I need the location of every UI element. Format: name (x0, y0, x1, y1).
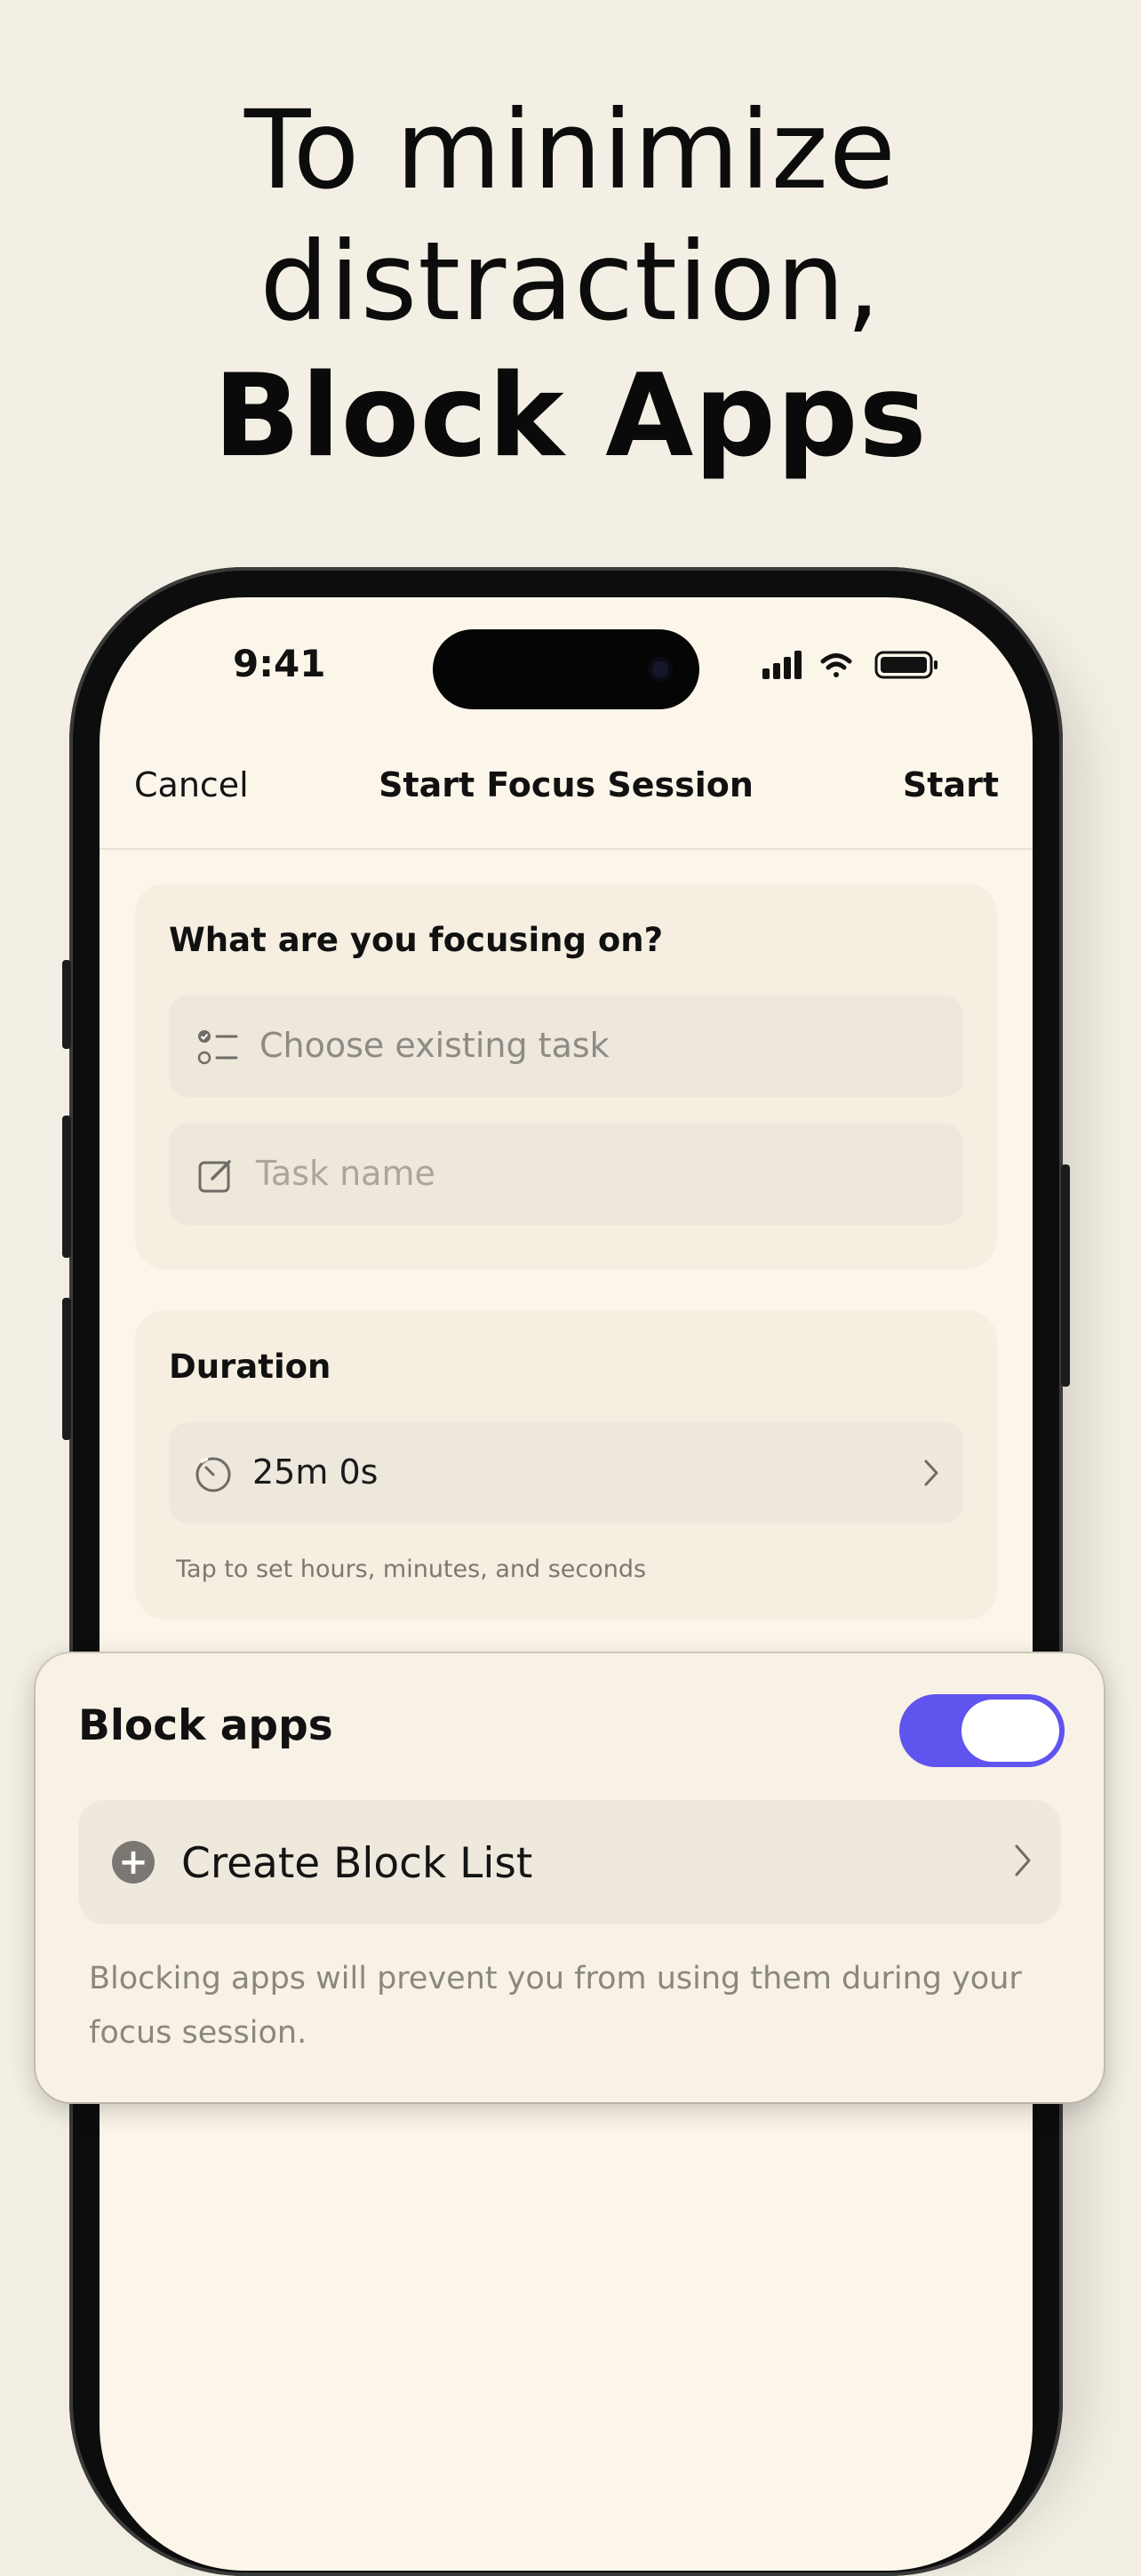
phone-screen: 9:41 Start Focus Session Cancel Start Wh… (100, 597, 1033, 2571)
choose-task-placeholder: Choose existing task (259, 1026, 610, 1065)
headline: To minimize distraction, Block Apps (0, 84, 1141, 486)
status-icons (762, 647, 949, 683)
chevron-right-icon (1013, 1843, 1033, 1882)
signal-icon (762, 651, 802, 679)
duration-picker[interactable]: 25m 0s (169, 1422, 963, 1524)
headline-line-3: Block Apps (213, 350, 928, 483)
duration-card: Duration 25m 0s Tap to set hours, minute… (135, 1310, 997, 1620)
timer-icon (194, 1454, 233, 1497)
duration-hint: Tap to set hours, minutes, and seconds (176, 1556, 647, 1583)
headline-line-2: distraction, (259, 219, 882, 345)
volume-up-button (62, 1116, 71, 1258)
focus-card: What are you focusing on? Choose existin… (135, 884, 997, 1269)
checklist-icon (197, 1029, 238, 1068)
start-button[interactable]: Start (903, 765, 999, 804)
headline-line-1: To minimize (243, 87, 897, 213)
nav-divider (100, 848, 1033, 850)
chevron-right-icon (922, 1458, 940, 1492)
block-apps-description: Blocking apps will prevent you from usin… (89, 1961, 1022, 2051)
duration-value: 25m 0s (252, 1452, 379, 1492)
create-block-list-button[interactable]: + Create Block List (78, 1800, 1061, 1924)
duration-label: Duration (169, 1348, 331, 1386)
block-apps-toggle[interactable] (899, 1694, 1065, 1767)
plus-circle-icon: + (112, 1841, 155, 1884)
volume-down-button (62, 1298, 71, 1440)
edit-icon (197, 1156, 235, 1197)
wifi-icon (820, 653, 852, 677)
camera-icon (648, 657, 673, 682)
status-time: 9:41 (233, 642, 326, 685)
toggle-knob (961, 1700, 1059, 1762)
choose-task-field[interactable]: Choose existing task (169, 996, 963, 1097)
task-name-input[interactable]: Task name (169, 1124, 963, 1225)
block-apps-label: Block apps (78, 1701, 333, 1750)
power-button (1061, 1164, 1070, 1387)
create-block-list-label: Create Block List (181, 1839, 533, 1888)
action-button (62, 960, 71, 1049)
block-apps-card: Block apps + Create Block List Blocking … (36, 1653, 1104, 2102)
nav-bar: Start Focus Session Cancel Start (100, 753, 1033, 824)
cancel-button[interactable]: Cancel (134, 765, 249, 804)
task-name-placeholder: Task name (256, 1154, 435, 1193)
focus-question-label: What are you focusing on? (169, 921, 664, 959)
dynamic-island (433, 629, 699, 709)
battery-icon (874, 651, 938, 679)
